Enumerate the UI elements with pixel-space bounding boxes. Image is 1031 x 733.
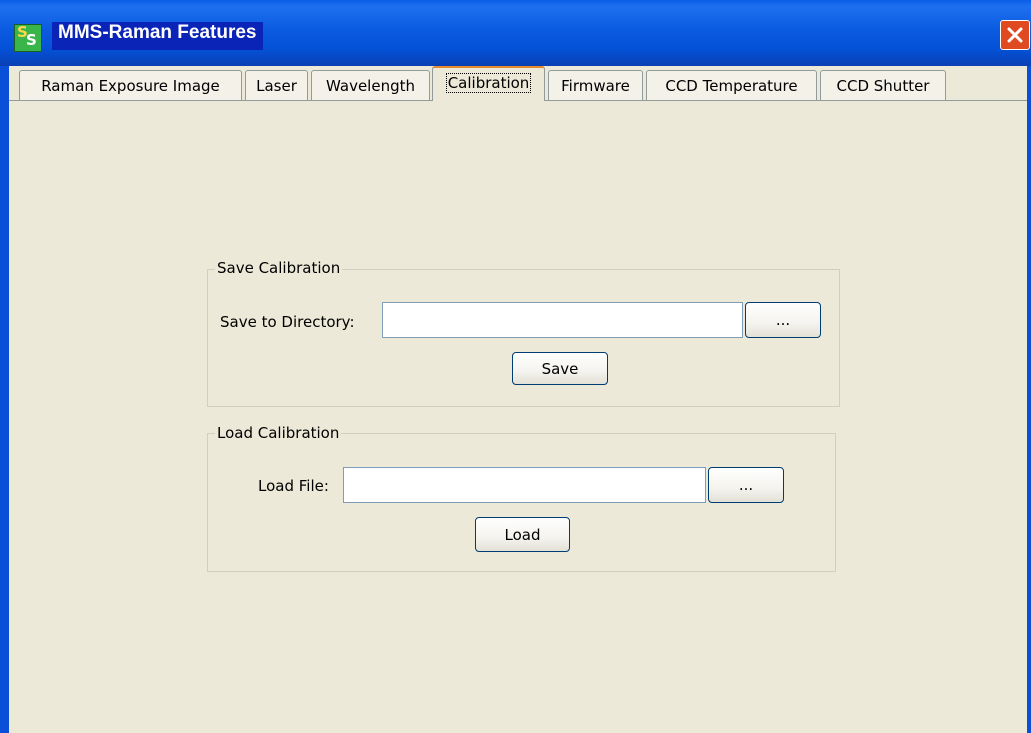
tab-ccd-shutter[interactable]: CCD Shutter bbox=[820, 70, 946, 100]
tab-label: CCD Shutter bbox=[836, 77, 930, 95]
title-bar[interactable]: SS MMS-Raman Features bbox=[0, 0, 1031, 66]
tab-label: Wavelength bbox=[326, 77, 415, 95]
load-file-label: Load File: bbox=[258, 477, 329, 495]
window-frame-right bbox=[1027, 66, 1031, 733]
save-calibration-group bbox=[207, 269, 840, 407]
tab-ccd-temperature[interactable]: CCD Temperature bbox=[646, 70, 817, 100]
tab-calibration[interactable]: Calibration bbox=[432, 66, 545, 101]
tab-panel-calibration: Save Calibration Save to Directory: ... … bbox=[9, 101, 1027, 733]
load-file-browse-button[interactable]: ... bbox=[708, 467, 784, 503]
close-icon bbox=[1007, 27, 1023, 43]
load-button[interactable]: Load bbox=[475, 517, 570, 552]
app-window: SS MMS-Raman Features Raman Exposure Ima… bbox=[0, 0, 1031, 733]
save-directory-input[interactable] bbox=[382, 302, 743, 338]
tab-firmware[interactable]: Firmware bbox=[548, 70, 643, 100]
load-calibration-label: Load Calibration bbox=[215, 424, 342, 442]
save-directory-label: Save to Directory: bbox=[220, 313, 355, 331]
tab-label: Laser bbox=[256, 77, 297, 95]
load-file-input[interactable] bbox=[343, 467, 706, 503]
tab-label: Calibration bbox=[445, 73, 532, 93]
window-title: MMS-Raman Features bbox=[52, 22, 263, 50]
tab-wavelength[interactable]: Wavelength bbox=[311, 70, 430, 100]
close-button[interactable] bbox=[1000, 20, 1030, 50]
tab-laser[interactable]: Laser bbox=[245, 70, 308, 100]
tab-label: CCD Temperature bbox=[665, 77, 798, 95]
tab-label: Raman Exposure Image bbox=[41, 77, 220, 95]
window-frame-left bbox=[0, 66, 9, 733]
save-calibration-label: Save Calibration bbox=[215, 259, 343, 277]
save-button[interactable]: Save bbox=[512, 352, 608, 385]
tab-label: Firmware bbox=[561, 77, 630, 95]
tab-raman-exposure-image[interactable]: Raman Exposure Image bbox=[19, 70, 242, 100]
save-directory-browse-button[interactable]: ... bbox=[745, 302, 821, 338]
app-logo-icon: SS bbox=[14, 23, 42, 52]
